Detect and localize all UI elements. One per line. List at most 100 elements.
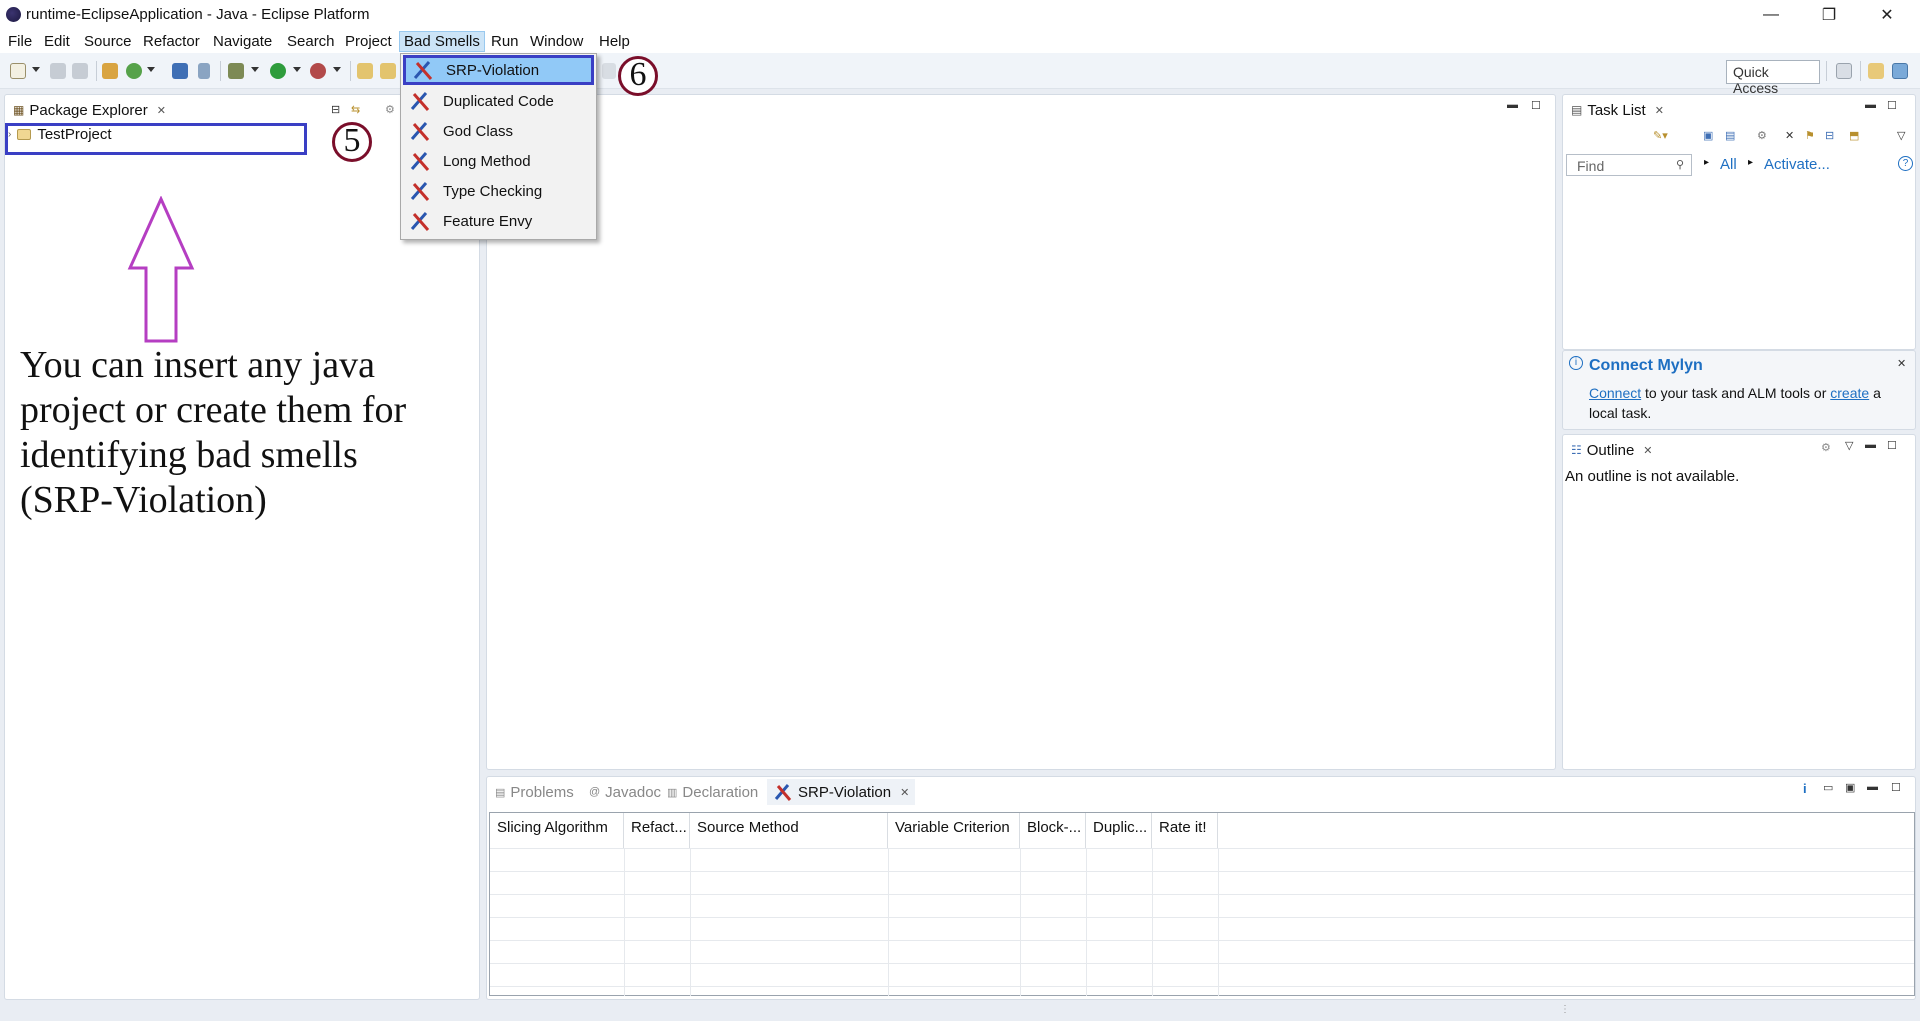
menu-item-long-method[interactable]: Long Method: [403, 146, 594, 176]
open-perspective-icon[interactable]: [1836, 63, 1852, 79]
save-icon[interactable]: [50, 63, 66, 79]
create-link[interactable]: create: [1830, 385, 1869, 401]
close-icon[interactable]: ✕: [157, 104, 166, 117]
task-find-input[interactable]: Find: [1566, 154, 1692, 176]
menu-navigate[interactable]: Navigate: [209, 32, 276, 53]
column-header-slicing-algorithm[interactable]: Slicing Algorithm: [490, 813, 624, 848]
refresh-icon[interactable]: [126, 63, 142, 79]
menu-item-type-checking[interactable]: Type Checking: [403, 176, 594, 206]
all-tasks-link[interactable]: All: [1720, 156, 1737, 173]
sync-icon[interactable]: ⚙: [1757, 129, 1767, 142]
tab-declaration[interactable]: ▥ Declaration: [661, 779, 764, 805]
menu-item-duplicated-code[interactable]: Duplicated Code: [403, 86, 594, 116]
minimize-icon[interactable]: ▬: [1867, 781, 1878, 793]
repository-icon[interactable]: ⬒: [1849, 129, 1859, 142]
resource-perspective-icon[interactable]: [1868, 63, 1884, 79]
tab-task-list[interactable]: ▤ Task List ✕: [1565, 97, 1670, 123]
column-header-variable-criterion[interactable]: Variable Criterion: [888, 813, 1020, 848]
menu-edit[interactable]: Edit: [40, 32, 74, 53]
menu-refactor[interactable]: Refactor: [139, 32, 204, 53]
view-menu-icon[interactable]: ▽: [1897, 129, 1905, 142]
menu-source[interactable]: Source: [80, 32, 136, 53]
maximize-icon[interactable]: ☐: [1891, 781, 1901, 794]
scheduled-icon[interactable]: ▤: [1725, 129, 1735, 142]
annotation-step-6: 6: [618, 56, 658, 96]
minimize-button[interactable]: —: [1742, 0, 1800, 30]
restore-button[interactable]: ❐: [1800, 0, 1858, 30]
debug-icon[interactable]: [228, 63, 244, 79]
refresh-dropdown-icon[interactable]: [147, 67, 155, 72]
new-task-icon[interactable]: ✎▾: [1653, 129, 1668, 142]
open-type-icon[interactable]: [357, 63, 373, 79]
menu-run[interactable]: Run: [487, 32, 523, 53]
package-icon[interactable]: [102, 63, 118, 79]
outline-message: An outline is not available.: [1565, 468, 1740, 485]
categorized-icon[interactable]: ▣: [1703, 129, 1713, 142]
java-perspective-icon[interactable]: [1892, 63, 1908, 79]
outline-panel: ☷ Outline ✕ ⚙ ▽ ▬ ☐ An outline is not av…: [1562, 434, 1916, 770]
forward-icon[interactable]: [602, 63, 616, 79]
save-all-icon[interactable]: [72, 63, 88, 79]
menu-search[interactable]: Search: [283, 32, 339, 53]
quick-access-field[interactable]: Quick Access: [1726, 60, 1820, 96]
tab-javadoc[interactable]: @ Javadoc: [583, 779, 667, 805]
close-icon[interactable]: ✕: [900, 786, 909, 799]
column-header-source-method[interactable]: Source Method: [690, 813, 888, 848]
view-menu-icon[interactable]: ⚙: [385, 103, 395, 116]
column-divider: [1020, 848, 1021, 996]
column-header-refactoring[interactable]: Refact...: [624, 813, 690, 848]
external-tools-dropdown-icon[interactable]: [333, 67, 341, 72]
run-dropdown-icon[interactable]: [293, 67, 301, 72]
new-dropdown-icon[interactable]: [32, 67, 40, 72]
toolbar-separator: [96, 61, 97, 81]
run-icon[interactable]: [270, 63, 286, 79]
focus-icon[interactable]: ⚑: [1805, 129, 1815, 142]
column-header-rate-it[interactable]: Rate it!: [1152, 813, 1218, 848]
menu-project[interactable]: Project: [341, 32, 396, 53]
activate-task-link[interactable]: Activate...: [1764, 156, 1830, 173]
tab-package-explorer[interactable]: ▦ Package Explorer ✕: [7, 97, 172, 123]
menu-item-god-class[interactable]: God Class: [403, 116, 594, 146]
connect-link[interactable]: Connect: [1589, 385, 1641, 401]
maximize-icon[interactable]: ☐: [1531, 99, 1541, 112]
menu-file[interactable]: File: [4, 32, 36, 53]
external-tools-icon[interactable]: [310, 63, 326, 79]
skip-breakpoints-icon[interactable]: [198, 63, 210, 79]
collapse-icon[interactable]: ⊟: [1825, 129, 1834, 142]
column-header-duplicated[interactable]: Duplic...: [1086, 813, 1152, 848]
menu-item-feature-envy[interactable]: Feature Envy: [403, 206, 594, 236]
info-icon[interactable]: i: [1803, 781, 1807, 796]
minimize-icon[interactable]: ▬: [1865, 99, 1876, 111]
view-menu-icon[interactable]: ▽: [1845, 439, 1853, 452]
table-row: [490, 894, 1914, 895]
close-button[interactable]: ✕: [1858, 0, 1916, 30]
column-header-block[interactable]: Block-...: [1020, 813, 1086, 848]
tab-srp-violation[interactable]: SRP-Violation ✕: [767, 779, 916, 805]
close-icon[interactable]: ✕: [1897, 357, 1906, 370]
debug-dropdown-icon[interactable]: [251, 67, 259, 72]
menu-item-srp-violation[interactable]: SRP-Violation: [403, 55, 594, 85]
link-with-editor-icon[interactable]: ⇆: [351, 103, 360, 116]
maximize-icon[interactable]: ☐: [1887, 439, 1897, 452]
layout-icon[interactable]: ▭: [1823, 781, 1833, 794]
collapse-all-icon[interactable]: ⊟: [331, 103, 340, 116]
maximize-icon[interactable]: ☐: [1887, 99, 1897, 112]
help-icon[interactable]: ?: [1898, 156, 1913, 171]
close-icon[interactable]: ✕: [1655, 104, 1664, 117]
editor-area: ▬ ☐: [486, 94, 1556, 770]
menu-help[interactable]: Help: [595, 32, 634, 53]
open-folder-icon[interactable]: [380, 63, 396, 79]
close-icon[interactable]: ✕: [1643, 444, 1652, 457]
minimize-icon[interactable]: ▬: [1507, 99, 1518, 111]
hide-completed-icon[interactable]: ✕: [1785, 129, 1794, 142]
new-icon[interactable]: [10, 63, 26, 79]
save-icon[interactable]: ▣: [1845, 781, 1855, 794]
console-icon[interactable]: [172, 63, 188, 79]
menu-bad-smells[interactable]: Bad Smells: [399, 31, 485, 52]
minimize-icon[interactable]: ▬: [1865, 439, 1876, 451]
tab-outline[interactable]: ☷ Outline ✕: [1565, 437, 1659, 463]
tab-problems[interactable]: ▤ Problems: [489, 779, 580, 805]
mylyn-text: to your task and ALM tools or: [1645, 385, 1827, 401]
menu-window[interactable]: Window: [526, 32, 587, 53]
sync-icon[interactable]: ⚙: [1821, 441, 1831, 454]
